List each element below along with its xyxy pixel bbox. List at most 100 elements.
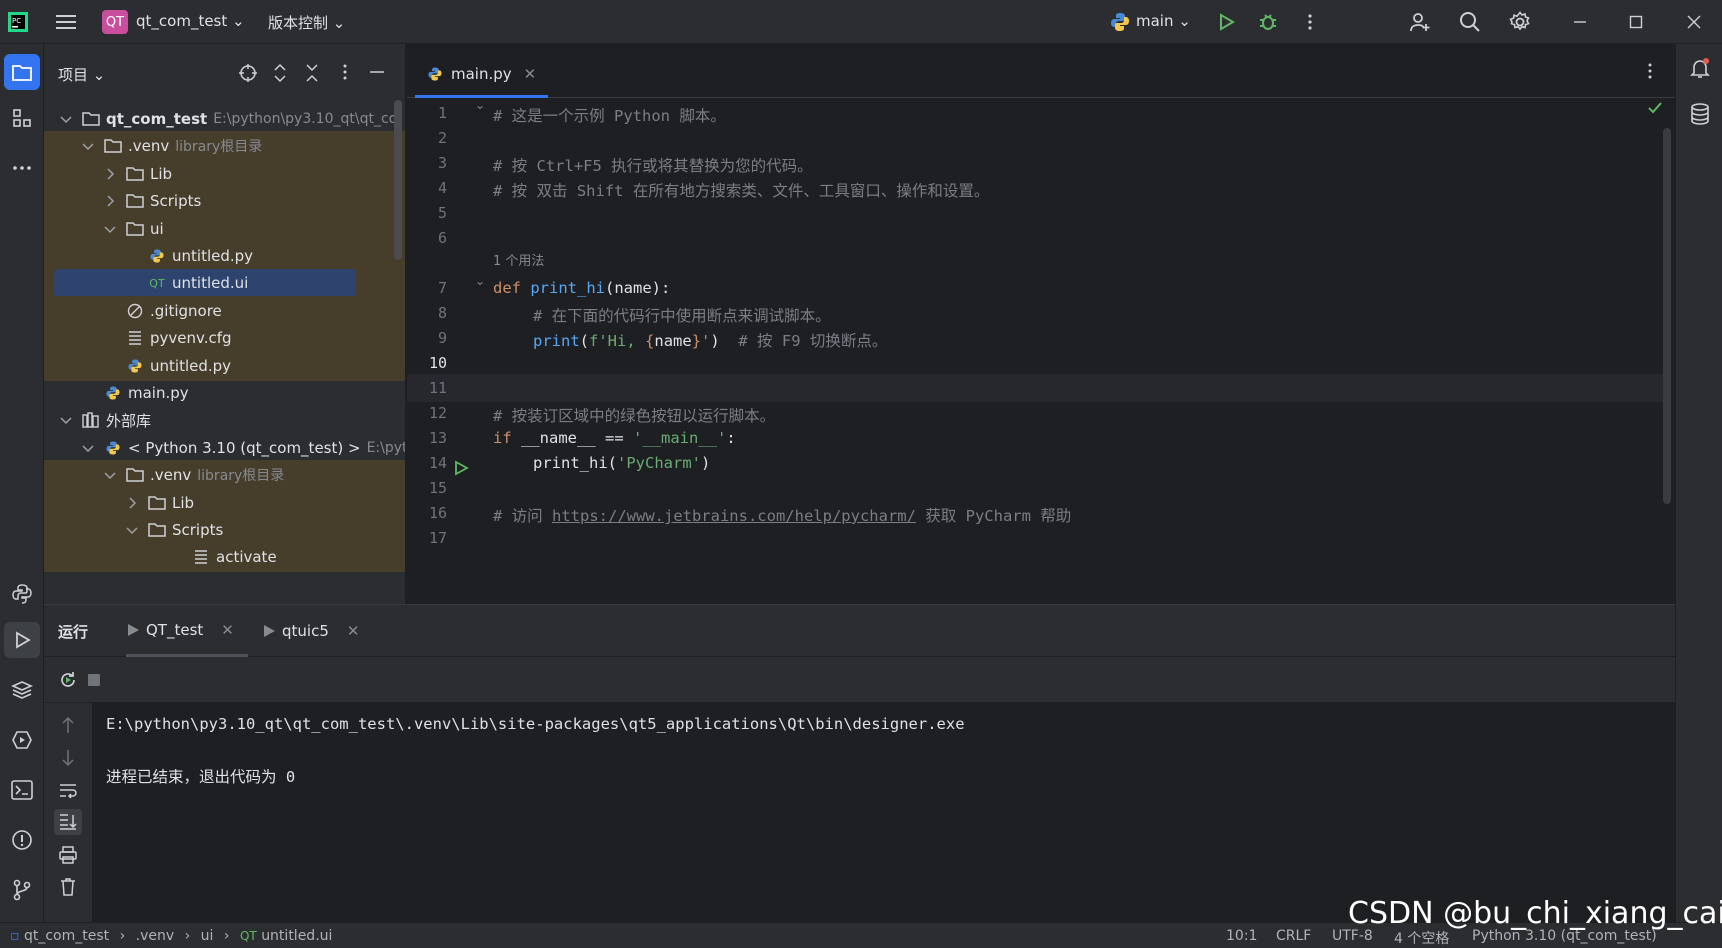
pycharm-logo-icon[interactable]: PC [6,10,30,34]
breadcrumb-item[interactable]: ui [201,928,214,944]
code-line-13[interactable]: if __name__ == '__main__': [493,429,736,447]
tree-row[interactable]: activate [44,542,405,573]
run-config-dropdown[interactable]: main ⌄ [1136,12,1191,30]
chevron-down-icon[interactable] [58,412,74,428]
editor-scrollbar[interactable] [1663,128,1671,504]
more-tools-icon[interactable] [4,150,40,186]
tree-row[interactable]: .venv library根目录 [44,460,405,491]
breadcrumb-item[interactable]: .venv [136,928,175,944]
code-line-4[interactable]: # 按 双击 Shift 在所有地方搜索类、文件、工具窗口、操作和设置。 [493,179,989,201]
chevron-right-icon[interactable] [102,193,118,209]
close-icon[interactable] [1682,10,1706,34]
structure-icon[interactable] [4,100,40,136]
chevron-down-icon[interactable] [80,138,96,154]
fold-icon[interactable]: ⌄ [475,98,485,112]
search-icon[interactable] [1458,10,1482,34]
code-line-14[interactable]: print_hi('PyCharm') [533,454,710,472]
chevron-down-icon[interactable] [102,467,118,483]
tree-row[interactable]: qt_com_test E:\python\py3.10_qt\qt_co [44,104,405,134]
python-console-icon[interactable] [4,576,40,612]
tree-row[interactable]: main.py [44,378,405,408]
hide-panel-icon[interactable] [368,63,386,81]
project-name-dropdown[interactable]: qt_com_test ⌄ [136,12,245,30]
database-icon[interactable] [1682,96,1718,132]
usage-hint[interactable]: 1 个用法 [493,250,544,269]
debug-icon[interactable] [1256,10,1280,34]
vcs-dropdown[interactable]: 版本控制 ⌄ [268,12,345,33]
tree-row[interactable]: QT untitled.ui [44,268,405,299]
locate-icon[interactable] [238,63,258,83]
cursor-position[interactable]: 10:1 [1226,928,1257,944]
code-line-9[interactable]: print(f'Hi, {name}') # 按 F9 切换断点。 [533,329,887,351]
tree-row[interactable]: untitled.py [44,241,405,271]
line-separator[interactable]: CRLF [1276,928,1311,944]
chevron-down-icon[interactable] [102,221,118,237]
maximize-icon[interactable] [1624,10,1648,34]
close-tab-icon[interactable]: ✕ [524,65,537,83]
tab-main-py[interactable]: main.py ✕ [415,52,549,98]
breadcrumb-item[interactable]: qt_com_test [24,928,109,944]
code-line-1[interactable]: # 这是一个示例 Python 脚本。 [493,104,726,126]
run-gutter-icon[interactable] [453,460,469,476]
hamburger-menu-icon[interactable] [54,10,78,34]
run-tab-qtuic5[interactable]: qtuic5 ✕ [262,605,359,657]
minimize-icon[interactable] [1568,10,1592,34]
terminal-icon[interactable] [4,772,40,808]
code-line-16[interactable]: # 访问 https://www.jetbrains.com/help/pych… [493,504,1071,526]
soft-wrap-icon[interactable] [56,779,80,803]
tree-row[interactable]: 外部库 [44,405,405,435]
rerun-icon[interactable] [58,670,78,690]
chevron-down-icon[interactable] [124,522,140,538]
notifications-icon[interactable] [1682,50,1718,86]
tree-row[interactable]: untitled.py [44,350,405,381]
tree-row[interactable]: ui [44,213,405,244]
scroll-up-icon[interactable] [56,713,80,737]
stop-icon[interactable] [86,672,102,688]
code-line-12[interactable]: # 按装订区域中的绿色按钮以运行脚本。 [493,404,775,426]
code-line-7[interactable]: def print_hi(name): [493,279,670,297]
tree-row[interactable]: .gitignore [44,295,405,326]
git-icon[interactable] [4,872,40,908]
inspection-ok-icon[interactable] [1647,100,1663,116]
close-tab-icon[interactable]: ✕ [221,621,234,639]
chevron-right-icon[interactable] [102,166,118,182]
tree-row[interactable]: .venv library根目录 [44,131,405,162]
chevron-down-icon[interactable] [80,440,96,456]
services-icon[interactable] [4,722,40,758]
console-output-line[interactable]: 进程已结束，退出代码为 0 [106,765,295,787]
chevron-down-icon[interactable] [58,111,74,127]
project-badge[interactable]: QT [102,10,128,34]
tree-row[interactable]: Lib [44,487,405,518]
tree-row[interactable]: Scripts [44,515,405,545]
project-view-dropdown[interactable]: 项目 ⌄ [58,64,105,85]
chevron-right-icon[interactable] [124,495,140,511]
scroll-to-end-icon[interactable] [54,809,82,835]
code-line-3[interactable]: # 按 Ctrl+F5 执行或将其替换为您的代码。 [493,154,813,176]
project-folder-icon[interactable] [4,54,40,90]
indent-setting[interactable]: 4 个空格 [1394,928,1449,948]
fold-icon[interactable]: ⌄ [475,274,485,288]
run-icon[interactable] [1214,10,1238,34]
breadcrumb-item[interactable]: untitled.ui [261,928,332,944]
print-icon[interactable] [56,843,80,867]
close-tab-icon[interactable]: ✕ [347,622,360,640]
more-icon[interactable] [342,63,348,81]
editor-more-icon[interactable] [1647,62,1653,80]
scroll-down-icon[interactable] [56,746,80,770]
problems-icon[interactable] [4,822,40,858]
tree-row[interactable]: pyvenv.cfg [44,323,405,354]
help-link[interactable]: https://www.jetbrains.com/help/pycharm/ [552,507,916,525]
more-icon[interactable] [1298,10,1322,34]
tree-row[interactable]: < Python 3.10 (qt_com_test) > E:\pyth [44,433,405,463]
tree-row[interactable]: Scripts [44,186,405,217]
python-packages-icon[interactable] [4,672,40,708]
tree-scrollbar[interactable] [394,100,402,260]
run-tab-qt-test[interactable]: QT_test ✕ [126,605,248,657]
tree-row[interactable]: Lib [44,158,405,189]
settings-icon[interactable] [1508,10,1532,34]
collapse-all-icon[interactable] [304,63,320,83]
code-line-8[interactable]: # 在下面的代码行中使用断点来调试脚本。 [533,304,831,326]
expand-all-icon[interactable] [272,63,288,83]
console-output-line[interactable]: E:\python\py3.10_qt\qt_com_test\.venv\Li… [106,715,965,733]
add-user-icon[interactable] [1408,10,1432,34]
